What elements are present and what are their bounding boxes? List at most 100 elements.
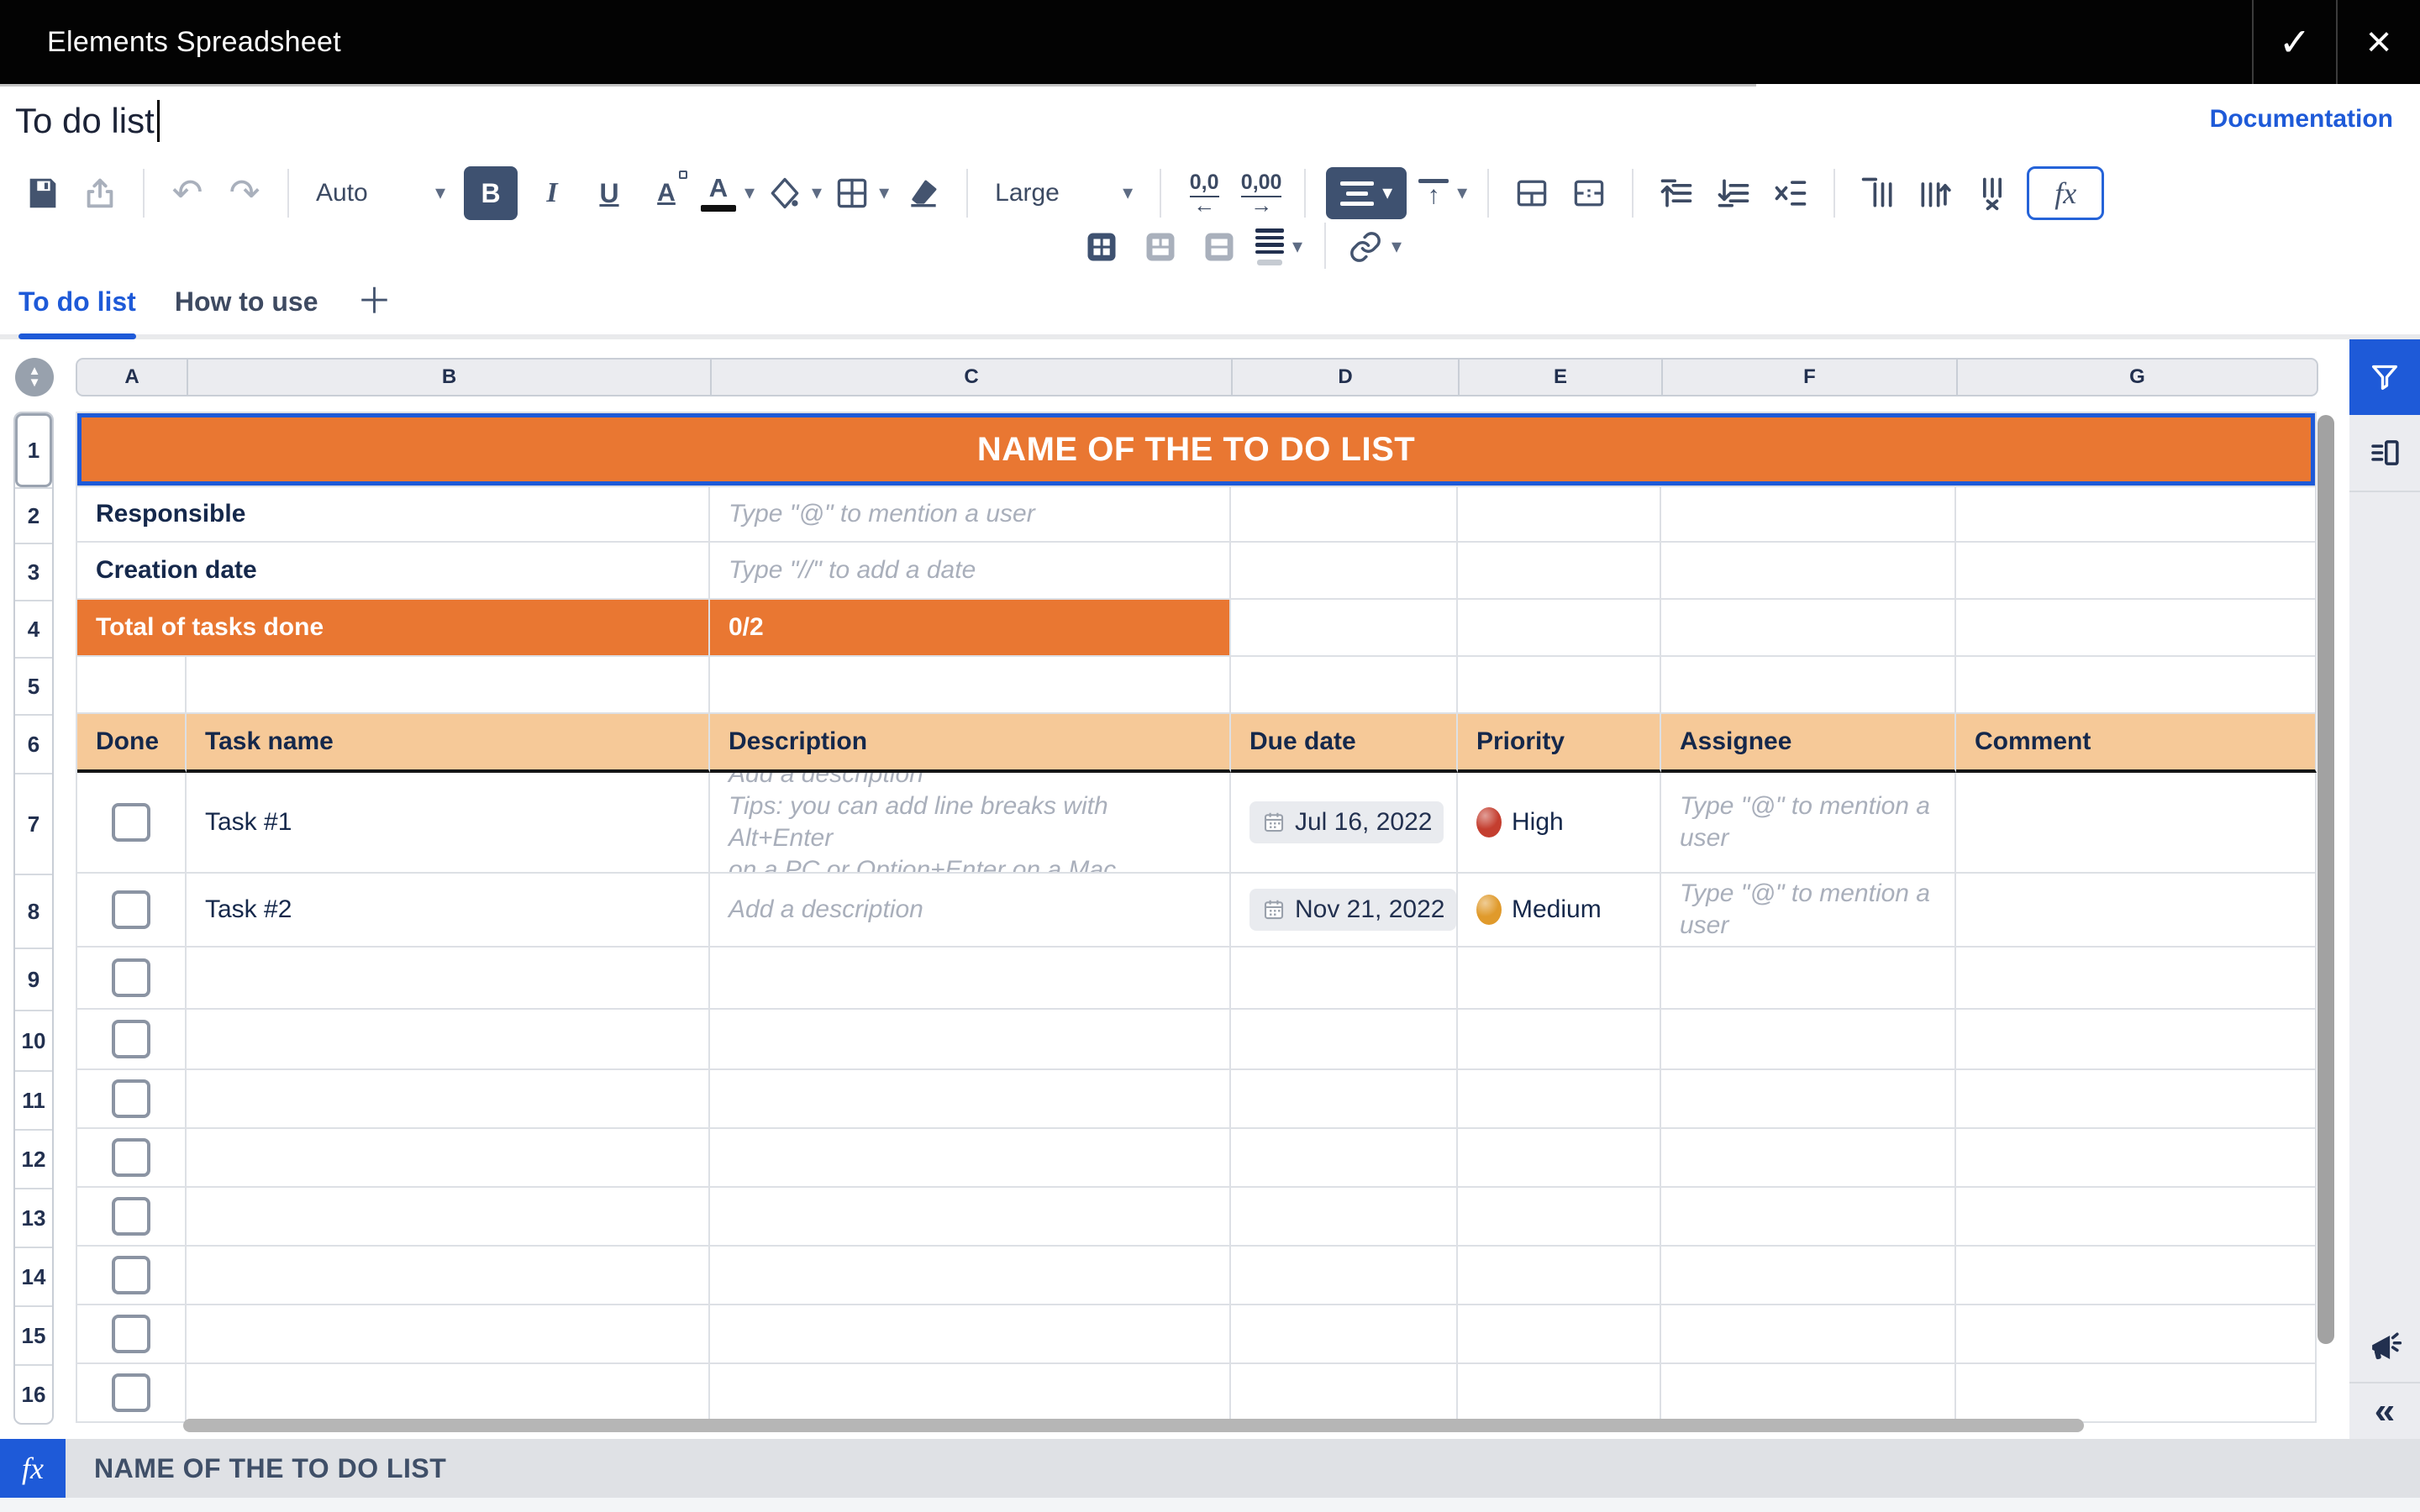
cell-G4[interactable] — [1956, 600, 2317, 657]
task-checkbox[interactable] — [112, 1138, 150, 1177]
cell-G15[interactable] — [1956, 1305, 2317, 1364]
task-checkbox[interactable] — [112, 890, 150, 929]
confirm-button[interactable]: ✓ — [2254, 0, 2336, 84]
unmerge-cells-button[interactable] — [1566, 167, 1612, 219]
cell-A5[interactable] — [77, 657, 187, 714]
cell-A1[interactable]: NAME OF THE TO DO LIST — [77, 413, 2317, 487]
line-style-button[interactable]: ▾ — [1255, 221, 1302, 273]
cell-E4[interactable] — [1458, 600, 1661, 657]
increase-decimal-button[interactable]: 0,00→ — [1239, 167, 1284, 219]
row-header-2[interactable]: 2 — [15, 487, 52, 543]
cell-A13[interactable] — [77, 1188, 187, 1247]
font-family-dropdown[interactable]: Auto ▾ — [309, 167, 452, 219]
cell-A4[interactable]: Total of tasks done — [77, 600, 710, 657]
cell-A3[interactable]: Creation date — [77, 543, 710, 600]
cell-D14[interactable] — [1231, 1247, 1458, 1305]
delete-row-button[interactable] — [1768, 167, 1813, 219]
cell-G16[interactable] — [1956, 1364, 2317, 1423]
cell-D3[interactable] — [1231, 543, 1458, 600]
cell-B6[interactable]: Task name — [187, 714, 710, 773]
cell-A9[interactable] — [77, 948, 187, 1010]
cell-E10[interactable] — [1458, 1010, 1661, 1070]
cell-E6[interactable]: Priority — [1458, 714, 1661, 773]
cell-D8[interactable]: Nov 21, 2022 — [1231, 874, 1458, 948]
text-color-button[interactable]: A ▾ — [701, 167, 755, 219]
filter-button[interactable] — [2349, 339, 2420, 415]
cell-F6[interactable]: Assignee — [1661, 714, 1956, 773]
cell-A16[interactable] — [77, 1364, 187, 1423]
cell-E13[interactable] — [1458, 1188, 1661, 1247]
cell-B8[interactable]: Task #2 — [187, 874, 710, 948]
cell-G14[interactable] — [1956, 1247, 2317, 1305]
cell-F15[interactable] — [1661, 1305, 1956, 1364]
task-checkbox[interactable] — [112, 1197, 150, 1236]
cell-style-rows-button[interactable] — [1197, 221, 1242, 273]
cell-D9[interactable] — [1231, 948, 1458, 1010]
cell-C8[interactable]: Add a description — [710, 874, 1231, 948]
tab-to-do-list[interactable]: To do list — [18, 269, 136, 334]
cell-G9[interactable] — [1956, 948, 2317, 1010]
announcements-button[interactable] — [2349, 1313, 2420, 1382]
cell-C5[interactable] — [710, 657, 1231, 714]
insert-column-left-button[interactable] — [1855, 167, 1901, 219]
delete-column-button[interactable] — [1970, 167, 2015, 219]
cell-D7[interactable]: Jul 16, 2022 — [1231, 773, 1458, 874]
task-checkbox[interactable] — [112, 1079, 150, 1118]
cell-D10[interactable] — [1231, 1010, 1458, 1070]
cell-E16[interactable] — [1458, 1364, 1661, 1423]
cell-A8[interactable] — [77, 874, 187, 948]
documentation-link[interactable]: Documentation — [2210, 105, 2393, 134]
row-header-1[interactable]: 1 — [15, 413, 52, 487]
column-header-C[interactable]: C — [710, 360, 1231, 395]
cell-D15[interactable] — [1231, 1305, 1458, 1364]
cell-B10[interactable] — [187, 1010, 710, 1070]
cell-G7[interactable] — [1956, 773, 2317, 874]
cell-G2[interactable] — [1956, 487, 2317, 543]
due-date-chip[interactable]: Nov 21, 2022 — [1249, 889, 1456, 931]
cell-F11[interactable] — [1661, 1070, 1956, 1129]
row-header-11[interactable]: 11 — [15, 1070, 52, 1129]
row-header-6[interactable]: 6 — [15, 714, 52, 773]
tab-how-to-use[interactable]: How to use — [175, 269, 318, 334]
underline-button[interactable]: U — [587, 167, 632, 219]
cell-G5[interactable] — [1956, 657, 2317, 714]
cell-B16[interactable] — [187, 1364, 710, 1423]
cell-D11[interactable] — [1231, 1070, 1458, 1129]
cell-D16[interactable] — [1231, 1364, 1458, 1423]
column-header-D[interactable]: D — [1231, 360, 1458, 395]
superscript-button[interactable]: A — [644, 167, 689, 219]
collapse-panel-button[interactable]: « — [2349, 1383, 2420, 1439]
insert-row-above-button[interactable] — [1654, 167, 1699, 219]
cell-G12[interactable] — [1956, 1129, 2317, 1188]
column-header-A[interactable]: A — [77, 360, 187, 395]
cell-A11[interactable] — [77, 1070, 187, 1129]
cell-A14[interactable] — [77, 1247, 187, 1305]
font-size-dropdown[interactable]: Large ▾ — [988, 167, 1139, 219]
cell-F9[interactable] — [1661, 948, 1956, 1010]
cell-C4[interactable]: 0/2 — [710, 600, 1231, 657]
horizontal-align-button[interactable]: ▾ — [1326, 167, 1407, 219]
cell-B7[interactable]: Task #1 — [187, 773, 710, 874]
cell-C15[interactable] — [710, 1305, 1231, 1364]
cell-B12[interactable] — [187, 1129, 710, 1188]
cell-F10[interactable] — [1661, 1010, 1956, 1070]
cell-C7[interactable]: Add a descriptionTips: you can add line … — [710, 773, 1231, 874]
task-checkbox[interactable] — [112, 1373, 150, 1412]
cell-G11[interactable] — [1956, 1070, 2317, 1129]
row-header-16[interactable]: 16 — [15, 1364, 52, 1423]
cell-F16[interactable] — [1661, 1364, 1956, 1423]
cell-C10[interactable] — [710, 1010, 1231, 1070]
cell-C6[interactable]: Description — [710, 714, 1231, 773]
cell-E3[interactable] — [1458, 543, 1661, 600]
cell-G13[interactable] — [1956, 1188, 2317, 1247]
cell-F5[interactable] — [1661, 657, 1956, 714]
close-button[interactable]: × — [2338, 0, 2420, 84]
redo-button[interactable]: ↷ — [222, 167, 267, 219]
cell-C16[interactable] — [710, 1364, 1231, 1423]
fill-color-button[interactable]: ▾ — [766, 167, 822, 219]
save-button[interactable] — [20, 167, 66, 219]
row-header-13[interactable]: 13 — [15, 1188, 52, 1247]
insert-link-button[interactable]: ▾ — [1348, 221, 1402, 273]
cell-D2[interactable] — [1231, 487, 1458, 543]
due-date-chip[interactable]: Jul 16, 2022 — [1249, 801, 1444, 843]
